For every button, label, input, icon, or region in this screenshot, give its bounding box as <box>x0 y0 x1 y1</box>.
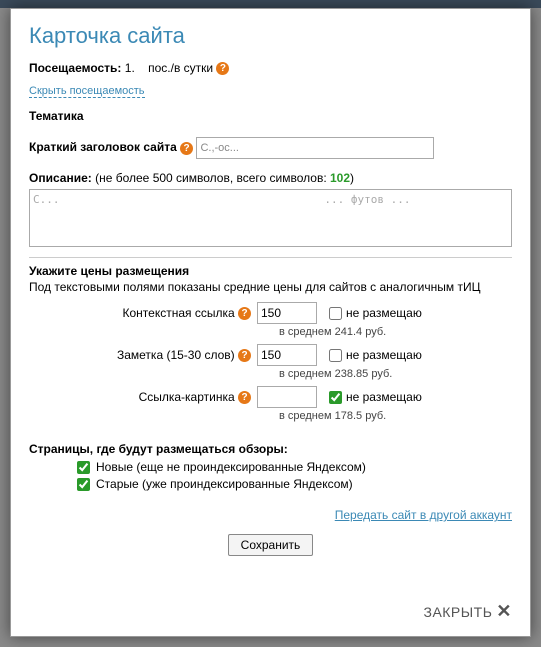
short-title-row: Краткий заголовок сайта ? <box>29 137 512 159</box>
traffic-row: Посещаемость: 1. пос./в сутки ? <box>29 61 512 75</box>
price-label: Заметка (15-30 слов) ? <box>29 348 257 362</box>
pages-checkbox-old[interactable] <box>77 478 90 491</box>
prices-head: Укажите цены размещения <box>29 264 512 278</box>
short-title-input[interactable] <box>196 137 434 159</box>
save-wrap: Сохранить <box>29 534 512 556</box>
description-head: Описание: (не более 500 символов, всего … <box>29 171 512 185</box>
short-title-label: Краткий заголовок сайта <box>29 140 177 154</box>
top-nav-bar <box>0 0 541 8</box>
price-label: Контекстная ссылка ? <box>29 306 257 320</box>
help-icon[interactable]: ? <box>180 142 193 155</box>
description-count: 102 <box>330 171 350 185</box>
pages-head: Страницы, где будут размещаться обзоры: <box>29 442 512 456</box>
avg-note: в среднем 238.85 руб. <box>29 368 512 380</box>
divider <box>29 257 512 258</box>
price-row-note: Заметка (15-30 слов) ? не размещаю <box>29 344 512 366</box>
description-textarea[interactable] <box>29 189 512 247</box>
price-row-image: Ссылка-картинка ? не размещаю <box>29 386 512 408</box>
help-icon[interactable]: ? <box>238 307 251 320</box>
avg-context: в среднем 241.4 руб. <box>29 326 512 338</box>
no-place-label: не размещаю <box>346 306 422 320</box>
help-icon[interactable]: ? <box>238 391 251 404</box>
traffic-label: Посещаемость: <box>29 61 121 75</box>
save-button[interactable]: Сохранить <box>228 534 314 556</box>
no-place-label: не размещаю <box>346 390 422 404</box>
no-place-checkbox-context[interactable] <box>329 307 342 320</box>
no-place-checkbox-note[interactable] <box>329 349 342 362</box>
pages-opt-label: Старые (уже проиндексированные Яндексом) <box>96 477 353 491</box>
hide-traffic-row: Скрыть посещаемость <box>29 83 512 97</box>
price-label: Ссылка-картинка ? <box>29 390 257 404</box>
no-place-label: не размещаю <box>346 348 422 362</box>
pages-opt-old: Старые (уже проиндексированные Яндексом) <box>77 477 512 491</box>
pages-checkbox-new[interactable] <box>77 461 90 474</box>
transfer-link[interactable]: Передать сайт в другой аккаунт <box>335 508 512 522</box>
price-input-context[interactable] <box>257 302 317 324</box>
pages-opt-label: Новые (еще не проиндексированные Яндексо… <box>96 460 366 474</box>
topic-label: Тематика <box>29 109 512 123</box>
close-icon: ✕ <box>496 601 512 622</box>
prices-sub: Под текстовыми полями показаны средние ц… <box>29 280 512 294</box>
price-table: Контекстная ссылка ? не размещаю в средн… <box>29 302 512 428</box>
hide-traffic-link[interactable]: Скрыть посещаемость <box>29 85 145 98</box>
close-button[interactable]: ЗАКРЫТЬ ✕ <box>423 601 512 622</box>
description-label: Описание: <box>29 171 92 185</box>
modal-title: Карточка сайта <box>29 23 512 49</box>
site-card-modal: Карточка сайта Посещаемость: 1. пос./в с… <box>10 8 531 637</box>
pages-opt-new: Новые (еще не проиндексированные Яндексо… <box>77 460 512 474</box>
description-hint-prefix: (не более 500 символов, всего символов: <box>95 171 330 185</box>
transfer-row: Передать сайт в другой аккаунт <box>29 508 512 522</box>
help-icon[interactable]: ? <box>216 62 229 75</box>
description-hint-suffix: ) <box>350 171 354 185</box>
avg-image: в среднем 178.5 руб. <box>29 410 512 422</box>
price-input-image[interactable] <box>257 386 317 408</box>
price-row-context: Контекстная ссылка ? не размещаю <box>29 302 512 324</box>
help-icon[interactable]: ? <box>238 349 251 362</box>
traffic-unit: пос./в сутки <box>148 61 213 75</box>
price-input-note[interactable] <box>257 344 317 366</box>
close-wrap: ЗАКРЫТЬ ✕ <box>29 587 512 626</box>
close-label: ЗАКРЫТЬ <box>423 604 492 620</box>
traffic-value: 1. <box>125 61 135 75</box>
no-place-checkbox-image[interactable] <box>329 391 342 404</box>
